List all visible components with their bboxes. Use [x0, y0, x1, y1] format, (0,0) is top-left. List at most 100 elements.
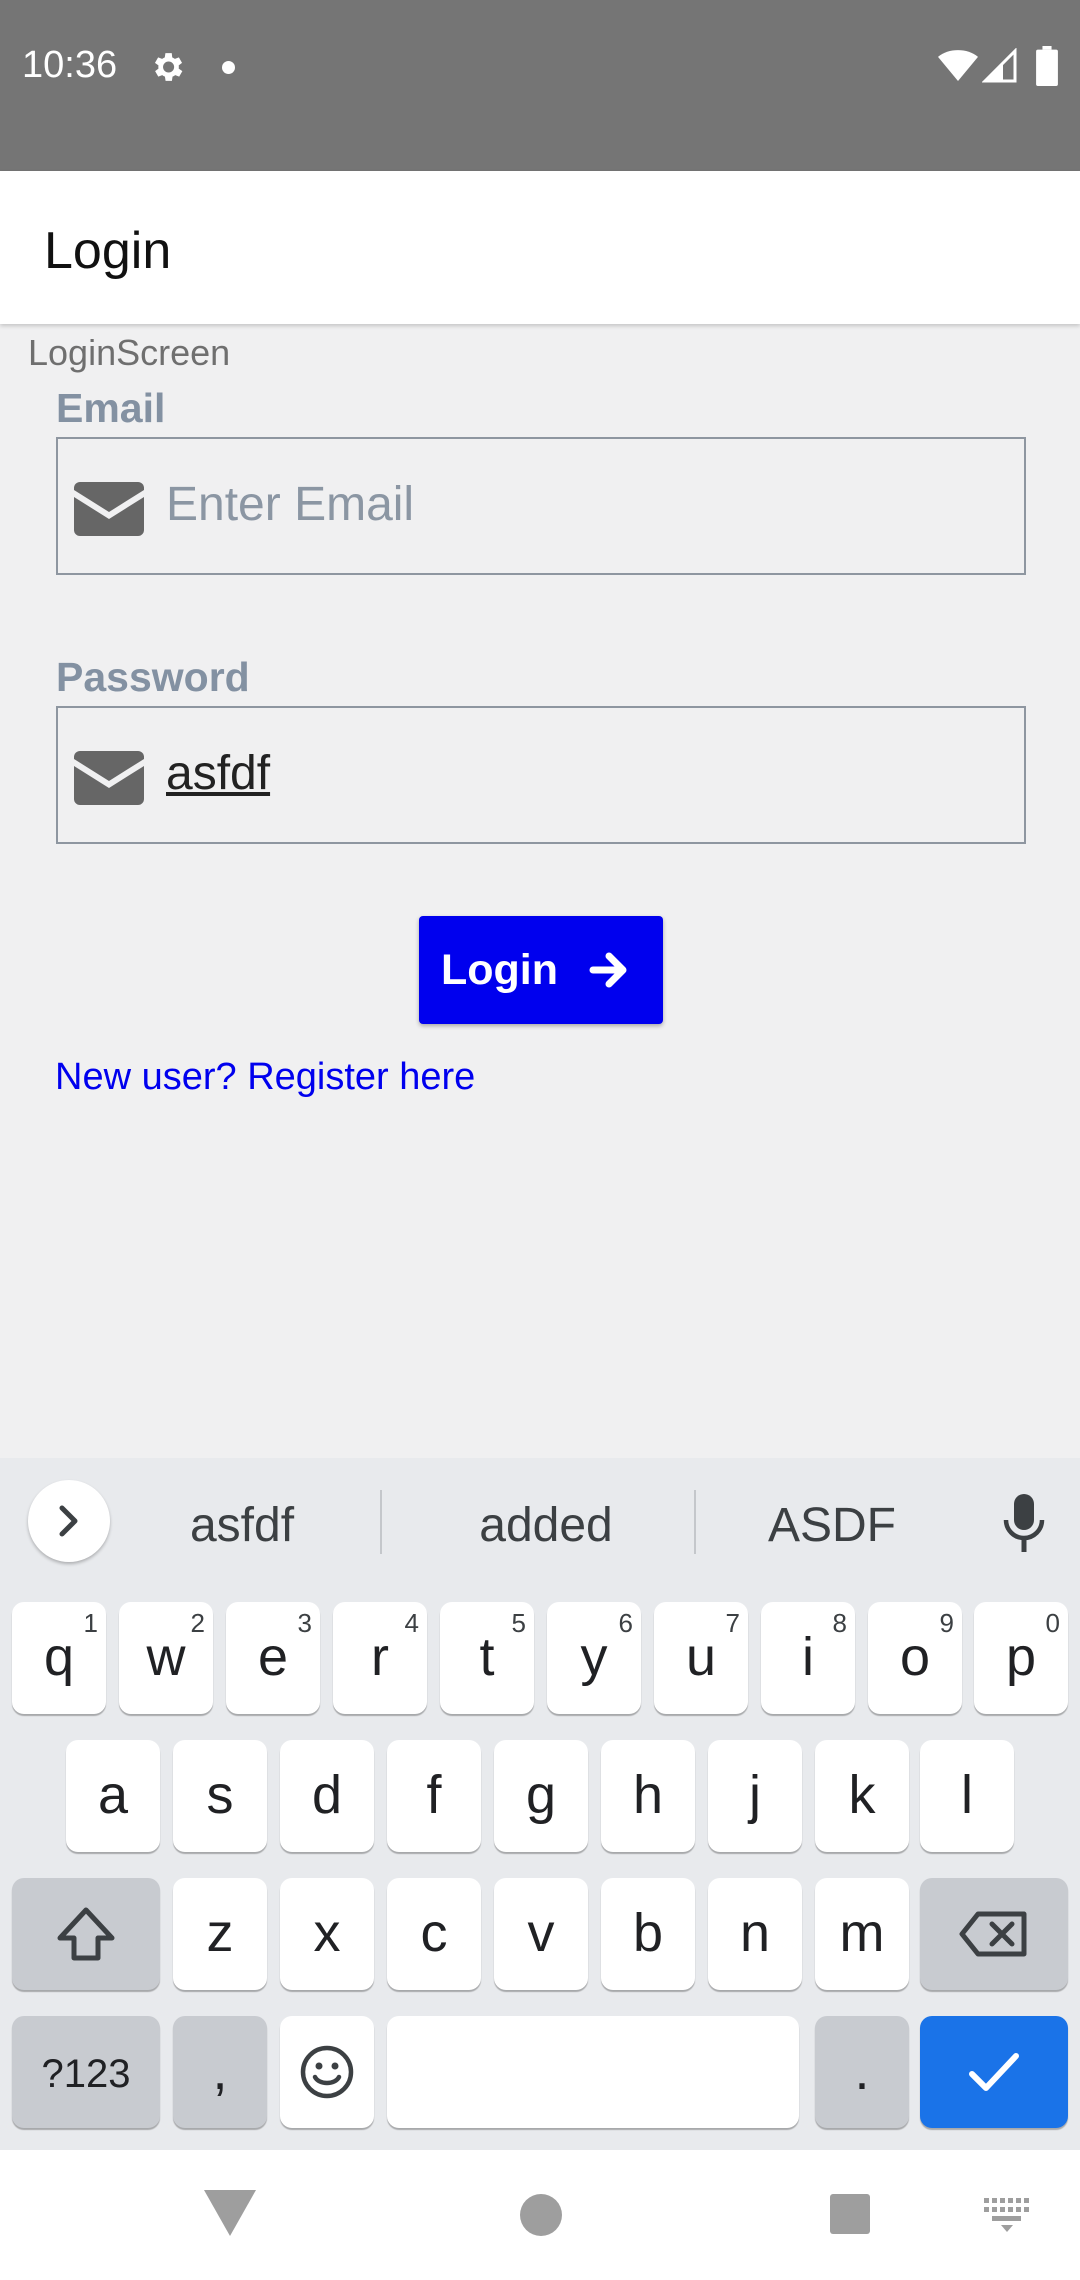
key-hint: 4 — [404, 1608, 419, 1638]
key-j[interactable]: j — [708, 1740, 802, 1852]
key-x[interactable]: x — [280, 1878, 374, 1990]
key-hint: 7 — [725, 1608, 740, 1638]
notification-dot-icon — [222, 61, 235, 74]
status-bar: 10:36 — [0, 0, 1080, 171]
key-s[interactable]: s — [173, 1740, 267, 1852]
key-hint: 5 — [511, 1608, 526, 1638]
key-u[interactable]: u7 — [654, 1602, 748, 1714]
signal-icon — [982, 48, 1017, 83]
key-label: l — [961, 1765, 973, 1825]
key-label: z — [206, 1903, 234, 1963]
key-p[interactable]: p0 — [974, 1602, 1068, 1714]
key-label: a — [97, 1765, 129, 1825]
key-k[interactable]: k — [815, 1740, 909, 1852]
page-title: Login — [44, 222, 172, 280]
key-hint: 1 — [83, 1608, 98, 1638]
key-c[interactable]: c — [387, 1878, 481, 1990]
screen-name-label: LoginScreen — [28, 332, 231, 373]
key-l[interactable]: l — [920, 1740, 1014, 1852]
key-label: . — [854, 2041, 870, 2101]
key-v[interactable]: v — [494, 1878, 588, 1990]
key-hint: 3 — [297, 1608, 312, 1638]
shift-icon — [57, 1907, 115, 1961]
password-field[interactable]: asfdf — [56, 706, 1026, 844]
suggestion-item[interactable]: asfdf — [120, 1498, 364, 1553]
key-label: v — [527, 1903, 555, 1963]
email-placeholder: Enter Email — [166, 478, 415, 531]
key-label: ?123 — [41, 2052, 131, 2096]
arrow-right-icon — [589, 952, 627, 988]
key-i[interactable]: i8 — [761, 1602, 855, 1714]
recents-icon[interactable] — [830, 2194, 870, 2234]
key-label: , — [212, 2041, 228, 2101]
wifi-icon — [938, 50, 978, 81]
key-hint: 9 — [939, 1608, 954, 1638]
password-label: Password — [56, 654, 250, 700]
suggestion-divider — [694, 1490, 696, 1554]
key-h[interactable]: h — [601, 1740, 695, 1852]
home-icon[interactable] — [520, 2194, 562, 2236]
key-a[interactable]: a — [66, 1740, 160, 1852]
status-time: 10:36 — [22, 44, 118, 86]
mail-icon — [74, 751, 144, 805]
suggestion-item[interactable]: added — [400, 1498, 692, 1553]
key-f[interactable]: f — [387, 1740, 481, 1852]
key-label: c — [420, 1903, 448, 1963]
login-button[interactable]: Login — [419, 916, 663, 1024]
navigation-bar — [0, 2150, 1080, 2280]
key-hint: 2 — [190, 1608, 205, 1638]
space-key[interactable] — [387, 2016, 799, 2128]
register-link[interactable]: New user? Register here — [55, 1056, 475, 1099]
key-z[interactable]: z — [173, 1878, 267, 1990]
key-label: x — [313, 1903, 341, 1963]
battery-icon — [1036, 46, 1058, 86]
key-y[interactable]: y6 — [547, 1602, 641, 1714]
key-o[interactable]: o9 — [868, 1602, 962, 1714]
key-label: k — [848, 1765, 876, 1825]
key-label: n — [739, 1903, 771, 1963]
period-key[interactable]: . — [815, 2016, 909, 2128]
key-d[interactable]: d — [280, 1740, 374, 1852]
email-field[interactable]: Enter Email — [56, 437, 1026, 575]
emoji-key[interactable] — [280, 2016, 374, 2128]
key-q[interactable]: q1 — [12, 1602, 106, 1714]
suggestion-expand-button[interactable] — [28, 1480, 110, 1562]
key-hint: 8 — [832, 1608, 847, 1638]
keyboard-switch-icon[interactable] — [984, 2198, 1030, 2232]
key-b[interactable]: b — [601, 1878, 695, 1990]
key-label: j — [749, 1765, 761, 1825]
back-icon[interactable] — [204, 2190, 256, 2236]
key-label: h — [632, 1765, 664, 1825]
microphone-icon[interactable] — [1002, 1494, 1046, 1552]
key-label: g — [525, 1765, 557, 1825]
checkmark-icon — [969, 2053, 1019, 2091]
backspace-key[interactable] — [920, 1878, 1068, 1990]
symbols-key[interactable]: ?123 — [12, 2016, 160, 2128]
mail-icon — [74, 482, 144, 536]
key-label: b — [632, 1903, 664, 1963]
key-e[interactable]: e3 — [226, 1602, 320, 1714]
keyboard: asfdf added ASDF q1 w2 e3 r4 t5 y6 u7 i8… — [0, 1458, 1080, 2150]
key-label: f — [426, 1765, 442, 1825]
chevron-right-icon — [59, 1505, 78, 1537]
password-value: asfdf — [166, 747, 271, 800]
key-t[interactable]: t5 — [440, 1602, 534, 1714]
suggestion-divider — [380, 1490, 382, 1554]
key-label: d — [311, 1765, 343, 1825]
login-button-label: Login — [441, 946, 559, 994]
app-bar: Login — [0, 171, 1080, 324]
settings-icon — [154, 53, 183, 81]
key-g[interactable]: g — [494, 1740, 588, 1852]
key-r[interactable]: r4 — [333, 1602, 427, 1714]
suggestion-item[interactable]: ASDF — [710, 1498, 954, 1553]
emoji-icon — [300, 2045, 354, 2099]
enter-key[interactable] — [920, 2016, 1068, 2128]
key-hint: 6 — [618, 1608, 633, 1638]
comma-key[interactable]: , — [173, 2016, 267, 2128]
key-hint: 0 — [1045, 1608, 1060, 1638]
key-m[interactable]: m — [815, 1878, 909, 1990]
key-w[interactable]: w2 — [119, 1602, 213, 1714]
key-label: s — [206, 1765, 234, 1825]
shift-key[interactable] — [12, 1878, 160, 1990]
key-n[interactable]: n — [708, 1878, 802, 1990]
